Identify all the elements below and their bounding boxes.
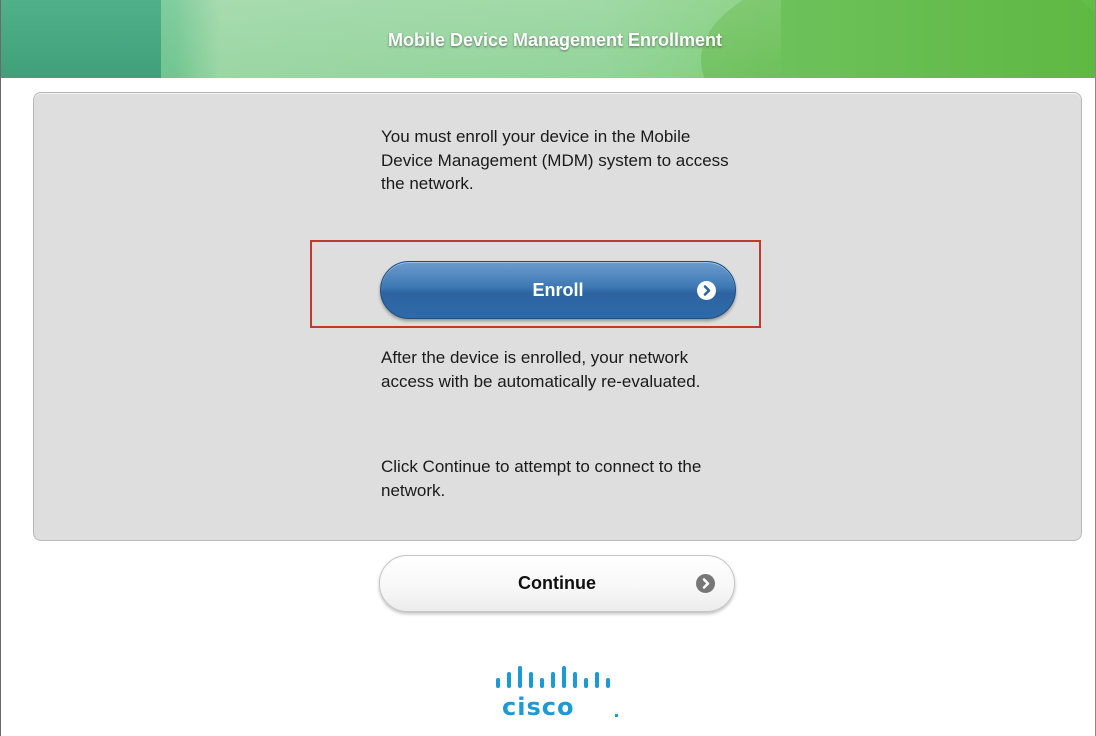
chevron-right-icon (696, 574, 715, 593)
cisco-wordmark: cisco (502, 693, 575, 721)
cisco-bridge-bars-icon (496, 666, 610, 688)
enroll-button-label: Enroll (532, 280, 584, 300)
continue-button-label: Continue (518, 573, 596, 593)
continue-button[interactable]: Continue (379, 555, 735, 612)
post-enroll-text: After the device is enrolled, your netwo… (381, 348, 701, 391)
page-title: Mobile Device Management Enrollment (387, 30, 723, 50)
enrollment-panel: You must enroll your device in the Mobil… (33, 92, 1082, 541)
cisco-wordmark-dot (615, 714, 618, 717)
chevron-right-icon (697, 281, 716, 300)
continue-hint-text: Click Continue to attempt to connect to … (381, 457, 702, 500)
enroll-instructions: You must enroll your device in the Mobil… (381, 127, 729, 193)
cisco-logo: cisco (492, 660, 622, 726)
enroll-button[interactable]: Enroll (380, 261, 736, 319)
window-left-edge (0, 0, 1, 736)
